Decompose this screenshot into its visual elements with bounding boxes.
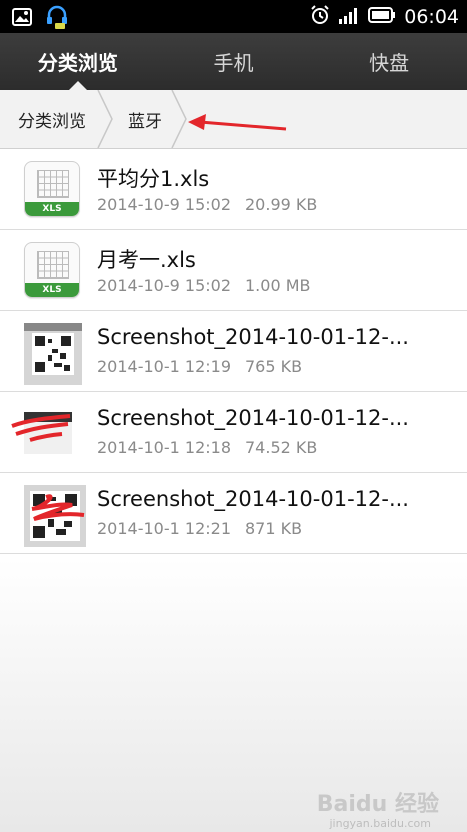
file-size: 20.99 KB [245,195,318,214]
image-icon [12,8,32,30]
signal-icon [338,6,360,28]
battery-icon [368,6,396,28]
image-thumbnail [11,404,82,462]
file-list: XLS 平均分1.xls 2014-10-9 15:02 20.99 KB XLS… [0,149,467,832]
tab-kuaipan[interactable]: 快盘 [311,33,467,90]
file-meta: 2014-10-1 12:18 74.52 KB [97,438,317,457]
tab-bar: 分类浏览 手机 快盘 [0,33,467,90]
watermark: Baidu 经验 [316,792,439,817]
clock-time: 06:04 [404,6,459,28]
file-size: 74.52 KB [245,438,318,457]
file-meta: 2014-10-9 15:02 1.00 MB [97,276,311,295]
file-meta: 2014-10-1 12:19 765 KB [97,357,302,376]
tab-phone[interactable]: 手机 [156,33,312,90]
file-date: 2014-10-1 12:18 [97,438,231,457]
xls-file-icon: XLS [24,242,82,300]
file-name: Screenshot_2014-10-01-12-... [97,487,409,511]
alarm-icon [310,5,330,29]
file-row[interactable]: XLS 月考一.xls 2014-10-9 15:02 1.00 MB [0,230,467,311]
file-date: 2014-10-1 12:21 [97,519,231,538]
image-thumbnail [24,323,82,385]
breadcrumb-item-category[interactable]: 分类浏览 [18,90,86,148]
headset-icon [46,5,68,33]
file-name: Screenshot_2014-10-01-12-... [97,325,409,349]
file-row[interactable]: XLS 平均分1.xls 2014-10-9 15:02 20.99 KB [0,149,467,230]
file-name: Screenshot_2014-10-01-12-... [97,406,409,430]
annotation-arrow-icon [188,114,287,131]
file-name: 平均分1.xls [97,167,210,191]
file-name: 月考一.xls [97,248,196,272]
file-size: 871 KB [245,519,303,538]
status-bar: 06:04 [0,0,467,33]
file-date: 2014-10-9 15:02 [97,195,231,214]
file-row[interactable]: Screenshot_2014-10-01-12-... 2014-10-1 1… [0,311,467,392]
file-meta: 2014-10-1 12:21 871 KB [97,519,302,538]
file-date: 2014-10-9 15:02 [97,276,231,295]
file-row[interactable]: Screenshot_2014-10-01-12-... 2014-10-1 1… [0,392,467,473]
image-thumbnail [24,485,86,547]
file-size: 1.00 MB [245,276,311,295]
tab-category-browse[interactable]: 分类浏览 [0,33,156,90]
breadcrumb-item-bluetooth[interactable]: 蓝牙 [128,90,162,148]
file-date: 2014-10-1 12:19 [97,357,231,376]
file-row[interactable]: Screenshot_2014-10-01-12-... 2014-10-1 1… [0,473,467,554]
breadcrumb-separator-icon [97,90,113,148]
file-meta: 2014-10-9 15:02 20.99 KB [97,195,317,214]
xls-file-icon: XLS [24,161,82,219]
watermark-url: jingyan.baidu.com [329,817,431,830]
file-size: 765 KB [245,357,303,376]
